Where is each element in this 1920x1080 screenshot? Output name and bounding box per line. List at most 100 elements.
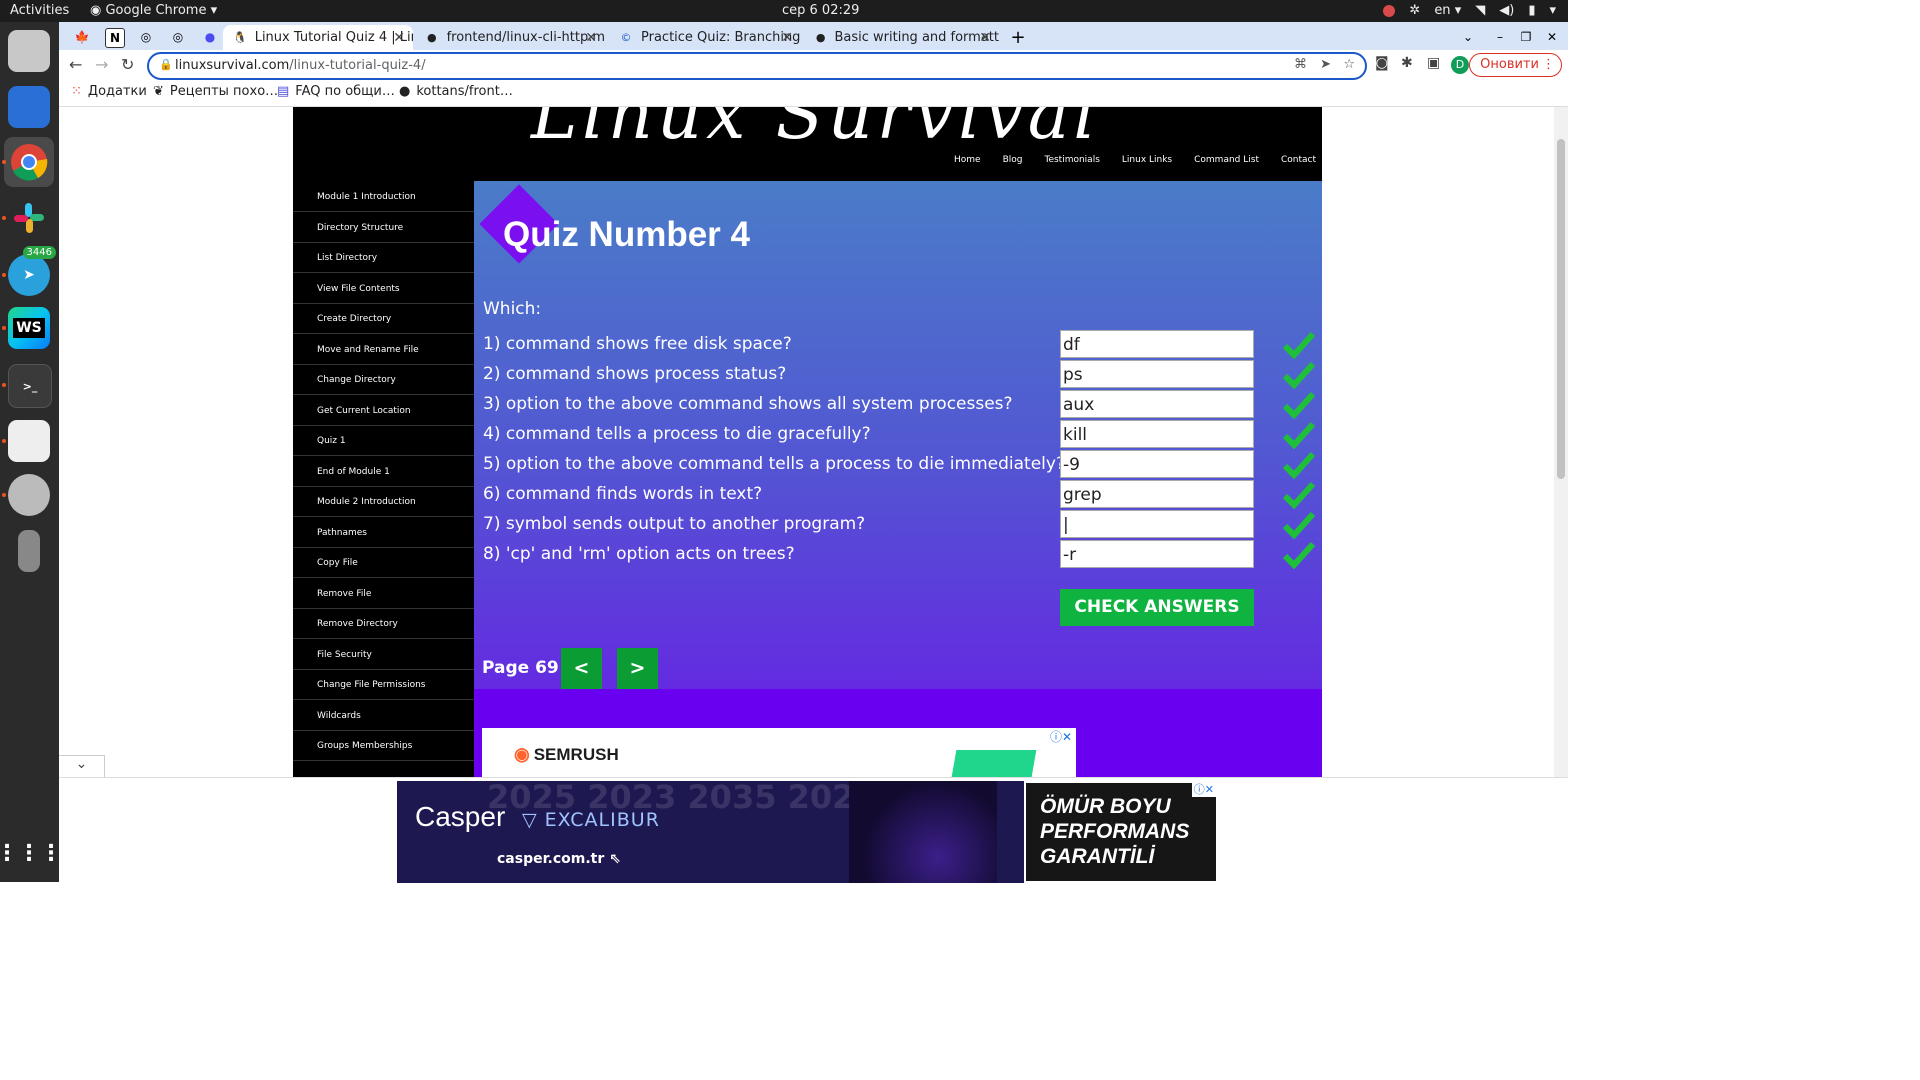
pinned-tab-icon-5[interactable]: ●	[201, 28, 219, 46]
sidebar-item[interactable]: End of Module 1	[293, 456, 474, 487]
power-menu-icon[interactable]: ▾	[1549, 3, 1556, 18]
scrollbar-thumb[interactable]	[1557, 139, 1565, 479]
answer-input[interactable]: grep	[1060, 480, 1254, 508]
bookmark-faq[interactable]: ▤ FAQ по общи…	[277, 84, 395, 99]
slack-app-icon[interactable]	[8, 197, 50, 239]
app-menu[interactable]: ◉ Google Chrome ▾	[90, 3, 217, 18]
answer-input[interactable]: |	[1060, 510, 1254, 538]
sidebar-item[interactable]: Module 2 Introduction	[293, 486, 474, 517]
sidebar-item-label: Remove File	[317, 589, 372, 599]
system-tray[interactable]: ✲ en ▾ ◥ ◀) ▮ ▾	[1383, 3, 1556, 18]
close-tab-icon[interactable]: ✕	[979, 30, 991, 46]
previous-page-button[interactable]: <	[561, 648, 602, 689]
semrush-ad[interactable]: ◉ SEMRUSH ⓘ✕	[482, 728, 1076, 777]
activities-button[interactable]: Activities	[10, 3, 69, 18]
sidebar-item[interactable]: Module 1 Introduction	[293, 181, 474, 212]
answer-input[interactable]: df	[1060, 330, 1254, 358]
next-page-button[interactable]: >	[617, 648, 658, 689]
answer-input[interactable]: aux	[1060, 390, 1254, 418]
answer-input[interactable]: -r	[1060, 540, 1254, 568]
url-text[interactable]: linuxsurvival.com/linux-tutorial-quiz-4/	[175, 58, 426, 73]
sidebar-item[interactable]: Quiz 1	[293, 425, 474, 456]
sidebar-item[interactable]: File Security	[293, 639, 474, 670]
nav-testimonials[interactable]: Testimonials	[1044, 155, 1099, 165]
translate-icon[interactable]: ⌘	[1294, 57, 1307, 72]
bookmark-kottans[interactable]: ● kottans/front…	[399, 84, 513, 99]
ad-close-icon[interactable]: ⓘ✕	[1050, 728, 1072, 745]
telegram-app-icon[interactable]: ➤ 3446	[8, 246, 56, 296]
bookmark-star-icon[interactable]: ☆	[1343, 57, 1355, 72]
profile-avatar[interactable]: D	[1451, 56, 1469, 74]
nav-blog[interactable]: Blog	[1003, 155, 1023, 165]
sidebar-item[interactable]: Get Current Location	[293, 395, 474, 426]
tab-github-frontend[interactable]: ● frontend/linux-cli-http.m ✕	[415, 25, 605, 50]
nav-linux-links[interactable]: Linux Links	[1122, 155, 1172, 165]
close-tab-icon[interactable]: ✕	[781, 30, 793, 46]
side-panel-icon[interactable]: ▣	[1427, 55, 1440, 71]
tab-linux-survival[interactable]: 🐧 Linux Tutorial Quiz 4 | Lin ✕	[223, 25, 413, 50]
screenshot-icon[interactable]: ◙	[1375, 55, 1389, 71]
sidebar-item[interactable]: Remove Directory	[293, 608, 474, 639]
pinned-tab-notion-icon[interactable]: N	[105, 28, 125, 48]
sidebar-item[interactable]: Remove File	[293, 578, 474, 609]
maximize-window-button[interactable]: ❐	[1517, 28, 1535, 46]
bookmark-recipes[interactable]: ❦ Рецепты похо…	[153, 84, 278, 99]
terminal-app-icon[interactable]: >_	[8, 364, 52, 408]
address-bar[interactable]: 🔒 linuxsurvival.com/linux-tutorial-quiz-…	[147, 52, 1367, 80]
send-icon[interactable]: ➤	[1320, 57, 1331, 72]
tab-search-icon[interactable]: ⌄	[1459, 28, 1477, 46]
sidebar-item[interactable]: Create Directory	[293, 303, 474, 334]
close-tab-icon[interactable]: ✕	[585, 30, 597, 46]
sidebar-item[interactable]: Pathnames	[293, 517, 474, 548]
check-answers-button[interactable]: CHECK ANSWERS	[1060, 589, 1254, 626]
tab-practice-quiz[interactable]: © Practice Quiz: Branching ✕	[609, 25, 801, 50]
pinned-tab-maple-icon[interactable]: 🍁	[73, 28, 91, 46]
collapse-chevron-icon[interactable]: ⌄	[59, 755, 105, 777]
new-tab-button[interactable]: +	[1009, 27, 1027, 48]
sidebar-item[interactable]: Wildcards	[293, 700, 474, 731]
reload-icon[interactable]: ↻	[121, 55, 134, 74]
show-apps-icon[interactable]: ⋮⋮⋮	[0, 832, 62, 874]
sidebar-item[interactable]: View File Contents	[293, 273, 474, 304]
chrome-app-icon[interactable]	[4, 137, 54, 187]
answer-input[interactable]: kill	[1060, 420, 1254, 448]
back-icon[interactable]: ←	[69, 55, 82, 74]
webstorm-app-icon[interactable]: WS	[8, 307, 50, 349]
forward-icon[interactable]: →	[95, 55, 108, 74]
pinned-tab-icon-4[interactable]: ◎	[169, 28, 187, 46]
sidebar-item[interactable]: List Directory	[293, 242, 474, 273]
pinned-tab-icon-3[interactable]: ◎	[137, 28, 155, 46]
casper-ad[interactable]: 2025 2023 2035 2024 Casper ▽ EXCALIBUR c…	[397, 781, 1218, 883]
sidebar-item[interactable]: Groups Memberships	[293, 730, 474, 761]
ad-close-icon[interactable]: ⓘ✕	[1191, 781, 1216, 797]
answer-input[interactable]: ps	[1060, 360, 1254, 388]
update-chrome-button[interactable]: Оновити ⋮	[1469, 53, 1562, 77]
lock-icon[interactable]: 🔒	[159, 58, 173, 71]
nav-contact[interactable]: Contact	[1281, 155, 1316, 165]
chrome-indicator-icon[interactable]	[1383, 4, 1396, 17]
extensions-icon[interactable]: ✱	[1401, 55, 1413, 71]
document-viewer-icon[interactable]	[8, 86, 50, 128]
bookmark-apps[interactable]: ⁙ Додатки	[71, 84, 147, 99]
sidebar-item[interactable]: Change Directory	[293, 364, 474, 395]
trash-icon[interactable]	[18, 530, 40, 572]
answer-input[interactable]: -9	[1060, 450, 1254, 478]
sidebar-item[interactable]: Move and Rename File	[293, 334, 474, 365]
image-viewer-icon[interactable]	[8, 474, 50, 516]
close-window-button[interactable]: ✕	[1543, 28, 1561, 46]
document-scanner-icon[interactable]	[8, 420, 50, 462]
nav-command-list[interactable]: Command List	[1194, 155, 1259, 165]
clock[interactable]: сер 6 02:29	[782, 3, 859, 18]
page-scrollbar[interactable]	[1554, 107, 1568, 777]
site-logo[interactable]: Linux Survival	[531, 107, 1100, 155]
files-app-icon[interactable]	[8, 30, 50, 72]
tab-basic-writing[interactable]: ● Basic writing and formatt ✕	[805, 25, 999, 50]
minimize-window-button[interactable]: –	[1491, 28, 1509, 46]
close-tab-icon[interactable]: ✕	[393, 30, 405, 46]
sidebar-item[interactable]: Directory Structure	[293, 212, 474, 243]
sidebar-item[interactable]: Change File Permissions	[293, 669, 474, 700]
language-indicator[interactable]: en ▾	[1434, 3, 1461, 18]
sidebar-item[interactable]: Copy File	[293, 547, 474, 578]
slack-tray-icon[interactable]: ✲	[1409, 3, 1420, 18]
nav-home[interactable]: Home	[954, 155, 981, 165]
